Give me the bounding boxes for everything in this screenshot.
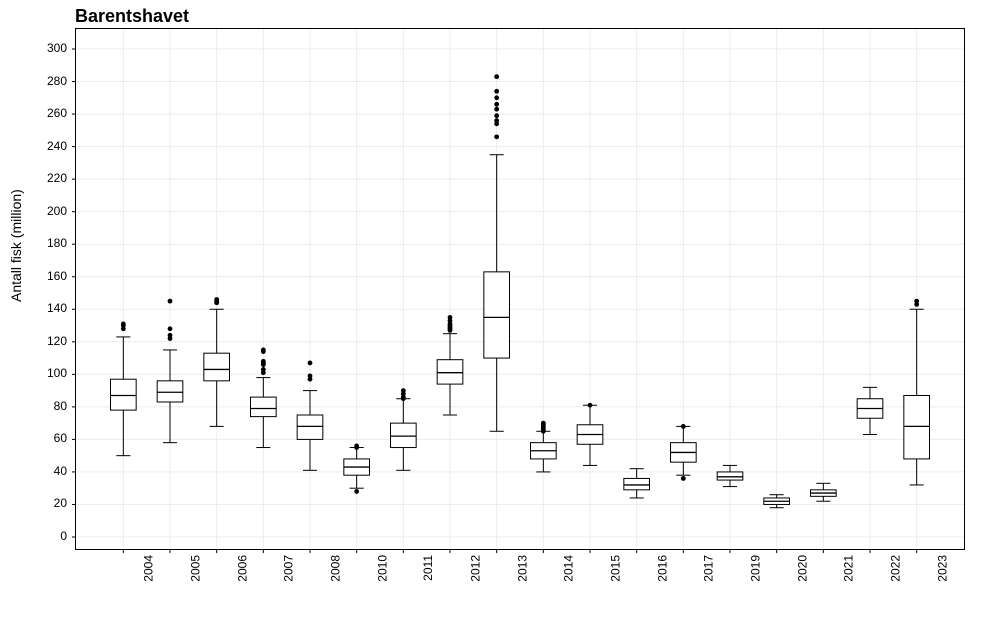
y-tick-label: 300 xyxy=(47,41,67,55)
x-tick-label: 2019 xyxy=(749,555,763,582)
y-tick-label: 160 xyxy=(47,269,67,283)
chart-title: Barentshavet xyxy=(75,6,189,27)
y-tick-label: 260 xyxy=(47,106,67,120)
boxplot-2015 xyxy=(577,403,603,466)
boxplot-2010 xyxy=(344,444,370,494)
x-tick-label: 2022 xyxy=(889,555,903,582)
plot-svg xyxy=(76,29,964,549)
boxplot-2007 xyxy=(251,348,277,448)
y-axis-ticks: 0 20 40 60 80 100 120 140 160 180 200 220 240 260 280 3… xyxy=(0,28,73,548)
x-tick-label: 2007 xyxy=(282,555,296,582)
x-tick-label: 2006 xyxy=(235,555,249,582)
x-tick-label: 2016 xyxy=(655,555,669,582)
y-tick-label: 0 xyxy=(60,529,67,543)
boxplot-2016 xyxy=(624,469,650,498)
x-tick-label: 2013 xyxy=(515,555,529,582)
boxplot-2012 xyxy=(437,315,463,415)
x-tick-label: 2023 xyxy=(935,555,949,582)
boxplot-2014 xyxy=(531,421,557,472)
x-axis-ticks: 2004 2005 2006 2007 2008 2010 2011 2012 2013 2014… xyxy=(75,549,963,609)
x-tick-label: 2008 xyxy=(329,555,343,582)
x-tick-label: 2014 xyxy=(562,555,576,582)
boxplot-2019 xyxy=(717,465,743,486)
y-tick-label: 40 xyxy=(54,464,67,478)
y-tick-label: 200 xyxy=(47,204,67,218)
boxplot-2022 xyxy=(857,387,883,434)
boxplot-2008 xyxy=(297,361,323,471)
y-tick-label: 100 xyxy=(47,366,67,380)
y-tick-label: 80 xyxy=(54,399,67,413)
x-tick-label: 2017 xyxy=(702,555,716,582)
x-tick-label: 2004 xyxy=(142,555,156,582)
y-tick-label: 120 xyxy=(47,334,67,348)
y-tick-label: 180 xyxy=(47,236,67,250)
y-tick-label: 220 xyxy=(47,171,67,185)
boxplot-2021 xyxy=(811,483,837,501)
boxplot-2011 xyxy=(391,388,417,470)
y-tick-label: 280 xyxy=(47,74,67,88)
plot-area xyxy=(75,28,965,550)
boxplot-2023 xyxy=(904,299,930,485)
x-tick-label: 2020 xyxy=(795,555,809,582)
y-tick-label: 20 xyxy=(54,496,67,510)
y-tick-label: 60 xyxy=(54,431,67,445)
y-tick-label: 140 xyxy=(47,301,67,315)
x-tick-label: 2012 xyxy=(469,555,483,582)
x-tick-label: 2011 xyxy=(421,555,435,581)
x-tick-label: 2010 xyxy=(375,555,389,582)
x-tick-label: 2005 xyxy=(189,555,203,582)
x-tick-label: 2021 xyxy=(842,555,856,582)
grid xyxy=(76,29,964,549)
x-tick-label: 2015 xyxy=(609,555,623,582)
y-tick-label: 240 xyxy=(47,139,67,153)
boxplot-2020 xyxy=(764,495,790,508)
chart-container: Barentshavet Antall fisk (million) 02040… xyxy=(0,0,983,619)
